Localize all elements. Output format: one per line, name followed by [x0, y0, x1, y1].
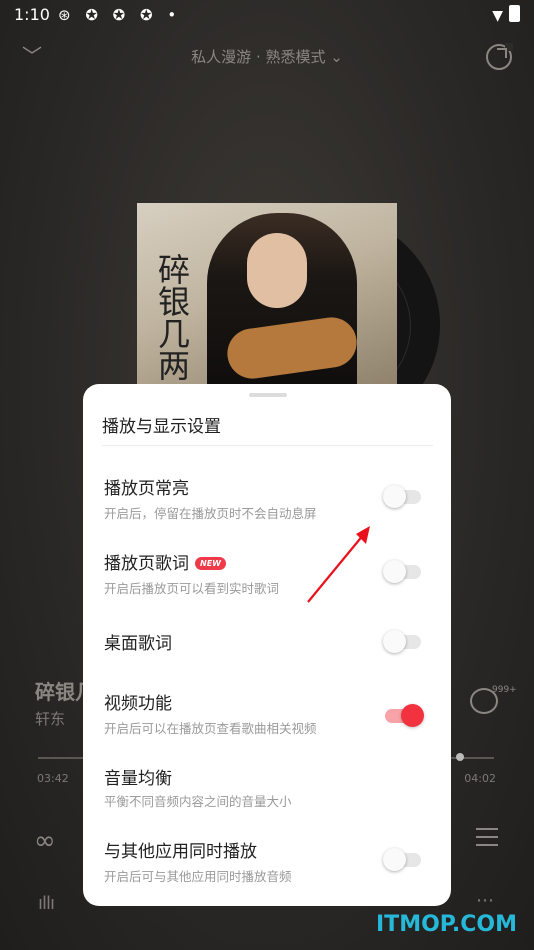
toggle-mix-playback[interactable]: [383, 848, 421, 871]
divider: [102, 445, 433, 446]
toggle-player-lyrics[interactable]: [383, 560, 421, 583]
album-calligraphy: 碎银几两: [153, 253, 191, 381]
battery-icon: [509, 5, 520, 22]
more-icon[interactable]: ⋯: [476, 890, 494, 911]
setting-desc: 开启后可以在播放页查看歌曲相关视频: [104, 721, 317, 736]
setting-desc: 开启后播放页可以看到实时歌词: [104, 581, 280, 596]
time-current: 03:42: [37, 772, 69, 785]
annotation-arrow-icon: [307, 526, 370, 603]
toggle-video[interactable]: [385, 704, 424, 727]
progress-handle[interactable]: [456, 753, 464, 761]
setting-label: 与其他应用同时播放: [104, 842, 257, 862]
song-artist[interactable]: 轩东: [35, 708, 65, 729]
setting-label: 播放页常亮: [104, 479, 189, 499]
new-badge: NEW: [195, 557, 226, 570]
playlist-icon[interactable]: [476, 828, 498, 848]
setting-label: 播放页歌词 NEW: [104, 549, 226, 574]
status-bar: 1:10 ⊛ ✪ ✪ ✪ • ▼: [0, 0, 534, 30]
status-time: 1:10: [14, 5, 50, 24]
notification-icons: ⊛ ✪ ✪ ✪ •: [58, 6, 182, 24]
comment-count: 999+: [492, 685, 517, 695]
setting-desc: 开启后，停留在播放页时不会自动息屏: [104, 506, 317, 521]
watermark: ITMOP.COM: [376, 912, 517, 937]
setting-desc: 开启后可与其他应用同时播放音频: [104, 869, 292, 884]
setting-desc: 平衡不同音频内容之间的音量大小: [104, 794, 292, 809]
wifi-icon: ▼: [492, 8, 503, 24]
sheet-title: 播放与显示设置: [102, 417, 221, 437]
setting-label: 视频功能: [104, 694, 172, 714]
setting-label: 桌面歌词: [104, 634, 172, 654]
sound-effect-icon[interactable]: ıllı: [38, 893, 55, 914]
share-icon[interactable]: [486, 43, 513, 70]
status-right: ▼: [492, 5, 520, 24]
sheet-drag-handle[interactable]: [249, 393, 287, 397]
loop-icon[interactable]: ∞: [34, 826, 56, 856]
setting-label: 音量均衡: [104, 769, 172, 789]
album-cover: 碎银几两: [137, 203, 397, 393]
time-total: 04:02: [464, 772, 496, 785]
toggle-keep-screen-on[interactable]: [383, 485, 421, 508]
settings-sheet: 播放与显示设置 播放页常亮 开启后，停留在播放页时不会自动息屏 播放页歌词 NEW…: [83, 384, 451, 906]
toggle-desktop-lyrics[interactable]: [383, 630, 421, 653]
player-mode-title[interactable]: 私人漫游 · 熟悉模式 ⌄: [0, 46, 534, 67]
album-face: [247, 233, 307, 308]
